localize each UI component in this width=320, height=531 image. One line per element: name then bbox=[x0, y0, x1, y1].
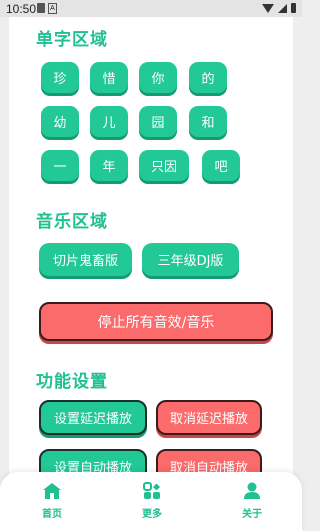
char-button[interactable]: 园 bbox=[139, 106, 177, 137]
notification-icon: A bbox=[48, 3, 57, 14]
status-time: 10:50 bbox=[6, 2, 37, 16]
char-button[interactable]: 惜 bbox=[90, 62, 128, 93]
nav-more-label: 更多 bbox=[142, 509, 162, 520]
battery-icon bbox=[291, 3, 296, 13]
music-button-clip[interactable]: 切片鬼畜版 bbox=[39, 243, 132, 276]
status-bar: 10:50 A bbox=[0, 0, 302, 17]
settings-section-title: 功能设置 bbox=[36, 372, 108, 392]
nav-more[interactable]: 更多 bbox=[122, 482, 182, 520]
char-button[interactable]: 幼 bbox=[41, 106, 79, 137]
music-section-title: 音乐区域 bbox=[36, 212, 108, 232]
stop-all-button[interactable]: 停止所有音效/音乐 bbox=[39, 302, 273, 341]
nav-home-label: 首页 bbox=[42, 509, 62, 520]
music-button-dj[interactable]: 三年级DJ版 bbox=[142, 243, 239, 276]
cancel-delay-button[interactable]: 取消延迟播放 bbox=[156, 400, 262, 435]
more-icon bbox=[143, 482, 160, 499]
char-button[interactable]: 一 bbox=[41, 150, 79, 181]
char-button[interactable]: 你 bbox=[139, 62, 177, 93]
char-button[interactable]: 只因 bbox=[139, 150, 189, 181]
wifi-icon bbox=[262, 3, 274, 13]
bottom-nav: 首页 更多 关于 bbox=[0, 472, 302, 531]
char-button[interactable]: 和 bbox=[189, 106, 227, 137]
char-button[interactable]: 的 bbox=[189, 62, 227, 93]
home-icon bbox=[43, 483, 61, 499]
nav-home[interactable]: 首页 bbox=[22, 482, 82, 520]
single-char-section-title: 单字区域 bbox=[36, 30, 108, 50]
signal-icon bbox=[278, 3, 287, 13]
char-button[interactable]: 珍 bbox=[41, 62, 79, 93]
user-icon bbox=[244, 482, 260, 499]
nav-about-label: 关于 bbox=[242, 509, 262, 520]
char-button[interactable]: 儿 bbox=[90, 106, 128, 137]
char-button[interactable]: 年 bbox=[90, 150, 128, 181]
sim-icon bbox=[37, 3, 45, 13]
set-delay-button[interactable]: 设置延迟播放 bbox=[39, 400, 147, 435]
nav-about[interactable]: 关于 bbox=[222, 482, 282, 520]
status-icons bbox=[262, 3, 296, 13]
char-button[interactable]: 吧 bbox=[202, 150, 240, 181]
main-content: 单字区域 珍 惜 你 的 幼 儿 园 和 一 年 只因 吧 音乐区域 切片鬼畜版… bbox=[9, 17, 293, 531]
